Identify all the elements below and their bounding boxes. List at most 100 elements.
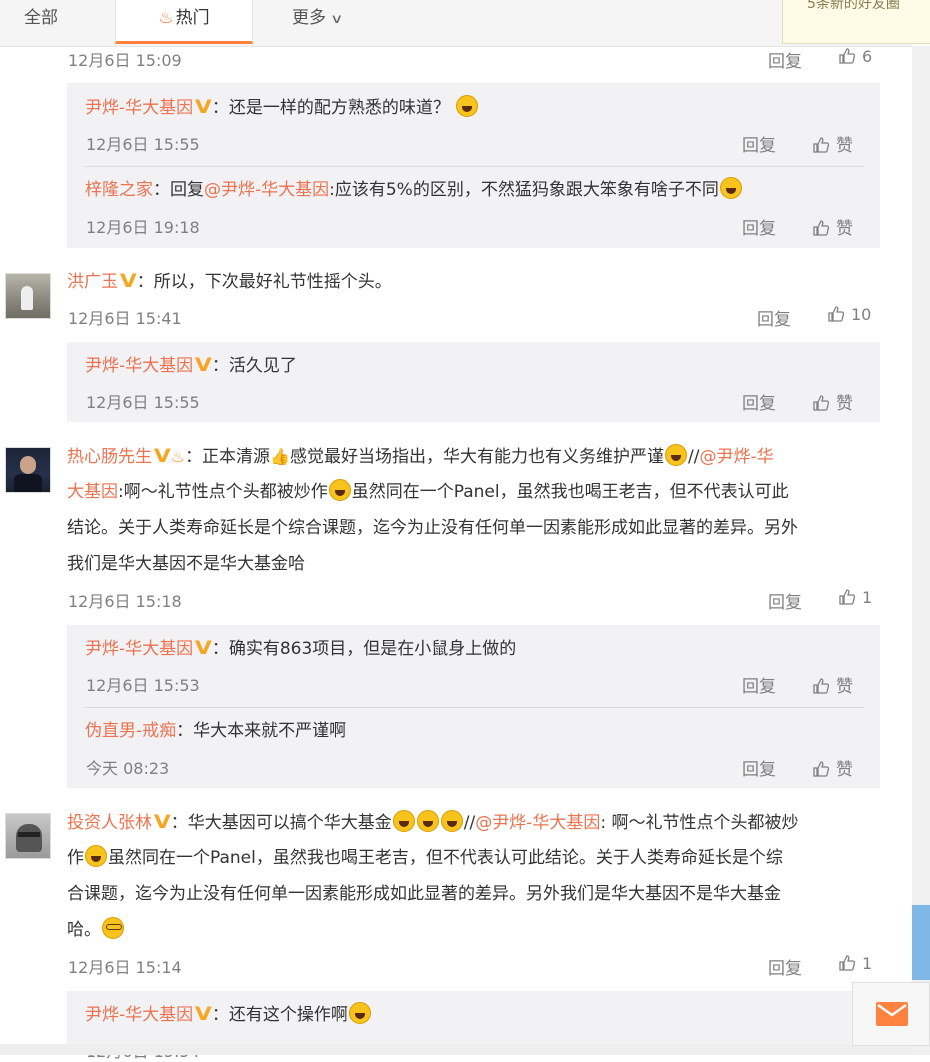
- fire-badge-icon: ♨: [170, 447, 186, 466]
- colon: ：: [211, 1005, 229, 1025]
- mention-link[interactable]: 大基因: [67, 482, 118, 502]
- reply-button[interactable]: 回复: [768, 47, 802, 72]
- sub-comment: 尹烨-华大基因V：还是一样的配方熟悉的味道？: [85, 89, 479, 126]
- mail-icon: [876, 1002, 908, 1026]
- comment-body: 虽然同在一个Panel，虽然我也喝王老吉，但不代表认可此: [351, 482, 789, 502]
- avatar[interactable]: [5, 447, 51, 493]
- awkward-emoji-icon: [664, 444, 687, 466]
- comment-text-line: 作 虽然同在一个Panel，虽然我也喝王老吉，但不代表认可此结论。关于人类寿命延长…: [67, 840, 783, 876]
- like-button[interactable]: 1: [838, 954, 872, 974]
- like-count: 1: [862, 588, 873, 607]
- comment-text-line: 大基因:啊～礼节性点个头都被炒作 虽然同在一个Panel，虽然我也喝王老吉，但不代…: [67, 474, 789, 510]
- thumbs-up-icon: [839, 48, 856, 64]
- user-name-link[interactable]: 洪广玉: [67, 272, 118, 292]
- like-button[interactable]: 赞: [812, 755, 853, 780]
- laugh-emoji-icon: [416, 810, 439, 832]
- like-count: 10: [851, 305, 872, 324]
- like-button[interactable]: 1: [838, 588, 872, 608]
- user-name-link[interactable]: 尹烨-华大基因: [85, 356, 193, 376]
- like-label: 赞: [836, 760, 853, 780]
- mention-link[interactable]: @尹烨-华大基因: [475, 813, 600, 833]
- divider: [84, 166, 864, 167]
- user-name-link[interactable]: 投资人张林: [67, 813, 152, 833]
- user-name-link[interactable]: 伪直男-戒痴: [85, 721, 176, 741]
- mention-link[interactable]: @尹烨-华: [699, 447, 773, 467]
- like-label: 赞: [836, 677, 853, 697]
- like-button[interactable]: 赞: [812, 131, 853, 156]
- sub-comment-time: 12月6日 15:53: [86, 676, 200, 695]
- sub-comment-text: 华大本来就不严谨啊: [193, 721, 347, 741]
- avatar[interactable]: [5, 273, 51, 319]
- mention-link[interactable]: @尹烨-华大基因: [204, 180, 329, 200]
- tab-more[interactable]: 更多 ∨: [292, 0, 343, 46]
- tab-more-label: 更多: [292, 8, 326, 28]
- reply-button[interactable]: 回复: [742, 131, 776, 156]
- user-name-link[interactable]: 梓隆之家: [85, 180, 153, 200]
- reply-button[interactable]: 回复: [742, 755, 776, 780]
- thumbs-up-icon: [813, 761, 830, 777]
- like-button[interactable]: 赞: [812, 672, 853, 697]
- reply-button[interactable]: 回复: [757, 305, 791, 330]
- notice-text: 5条新的好友圈: [807, 0, 900, 12]
- avatar[interactable]: [5, 813, 51, 859]
- comment-text: 投资人张林V：华大基因可以搞个华大基金 //@尹烨-华大基因: 啊～礼节性点个头都…: [67, 804, 887, 841]
- verified-badge-icon: V: [195, 1003, 212, 1025]
- sub-comment-text: 还有这个操作啊: [228, 1005, 348, 1025]
- message-button[interactable]: [852, 982, 930, 1046]
- laugh-emoji-icon: [719, 177, 742, 199]
- comment-body: 感觉最好当场指出，华大有能力也有义务维护严谨: [289, 447, 664, 467]
- comment-body: : 啊～礼节性点个头都被炒: [600, 813, 799, 833]
- crying-laugh-emoji-icon: [85, 845, 107, 867]
- colon: ：: [176, 721, 194, 741]
- comment-time: 12月6日 15:41: [68, 309, 182, 328]
- laugh-emoji-icon: [455, 95, 478, 117]
- sub-comment-text: 活久见了: [228, 356, 297, 376]
- reply-button[interactable]: 回复: [768, 954, 802, 979]
- comment-tab-bar: 全部 ♨ 热门 更多 ∨: [0, 0, 912, 47]
- tab-all[interactable]: 全部: [24, 0, 58, 46]
- user-name-link[interactable]: 尹烨-华大基因: [85, 639, 193, 659]
- like-button[interactable]: 赞: [812, 389, 853, 414]
- verified-badge-icon: V: [195, 354, 212, 376]
- thumbs-up-icon: [828, 306, 845, 322]
- scrollbar-track[interactable]: [912, 46, 930, 1055]
- reply-button[interactable]: 回复: [742, 389, 776, 414]
- sub-comment: 尹烨-华大基因V：活久见了: [85, 347, 297, 384]
- verified-badge-icon: V: [153, 811, 171, 833]
- colon: ：: [211, 639, 229, 659]
- tab-hot-label: 热门: [175, 8, 210, 28]
- comment-text: 热心肠先生V♨：正本清源👍感觉最好当场指出，华大有能力也有义务维护严谨 //@尹烨…: [67, 438, 887, 475]
- user-name-link[interactable]: 热心肠先生: [67, 447, 152, 467]
- thumbs-up-icon: [813, 137, 830, 153]
- verified-badge-icon: V: [153, 445, 171, 467]
- thumbs-up-icon: [813, 220, 830, 236]
- comment-time: 12月6日 15:09: [68, 51, 182, 70]
- reply-button[interactable]: 回复: [768, 588, 802, 613]
- comment-body: 虽然同在一个Panel，虽然我也喝王老吉，但不代表认可此结论。关于人类寿命延长是…: [108, 848, 783, 868]
- reply-button[interactable]: 回复: [742, 214, 776, 239]
- new-friend-circle-notice[interactable]: 5条新的好友圈: [782, 0, 930, 44]
- user-name-link[interactable]: 尹烨-华大基因: [85, 1005, 193, 1025]
- reply-prefix: 回复: [170, 180, 204, 200]
- window-bottom-edge: [0, 1044, 912, 1055]
- flame-icon: ♨: [158, 8, 174, 28]
- comment-body: ：华大基因可以搞个华大基金: [170, 813, 392, 833]
- sub-comment-text: :应该有5%的区别，不然猛犸象跟大笨象有啥子不同: [329, 180, 719, 200]
- sub-comment-time: 今天 08:23: [86, 759, 170, 778]
- comment-body: ：正本清源: [185, 447, 271, 467]
- scrollbar-thumb[interactable]: [912, 905, 930, 980]
- like-button[interactable]: 赞: [812, 214, 853, 239]
- like-label: 赞: [836, 394, 853, 414]
- tab-hot[interactable]: ♨ 热门: [115, 0, 253, 44]
- comment-body: 哈。: [67, 920, 101, 940]
- comment-body: 作: [67, 848, 84, 868]
- like-button[interactable]: 10: [827, 305, 871, 325]
- reply-button[interactable]: 回复: [742, 672, 776, 697]
- sub-comment: 尹烨-华大基因V：还有这个操作啊: [85, 996, 372, 1033]
- divider: [84, 707, 864, 708]
- user-name-link[interactable]: 尹烨-华大基因: [85, 98, 193, 118]
- sub-comment-text: 确实有863项目，但是在小鼠身上做的: [228, 639, 517, 659]
- like-button[interactable]: 6: [838, 47, 872, 67]
- colon: ：: [211, 98, 229, 118]
- like-count: 1: [862, 954, 873, 973]
